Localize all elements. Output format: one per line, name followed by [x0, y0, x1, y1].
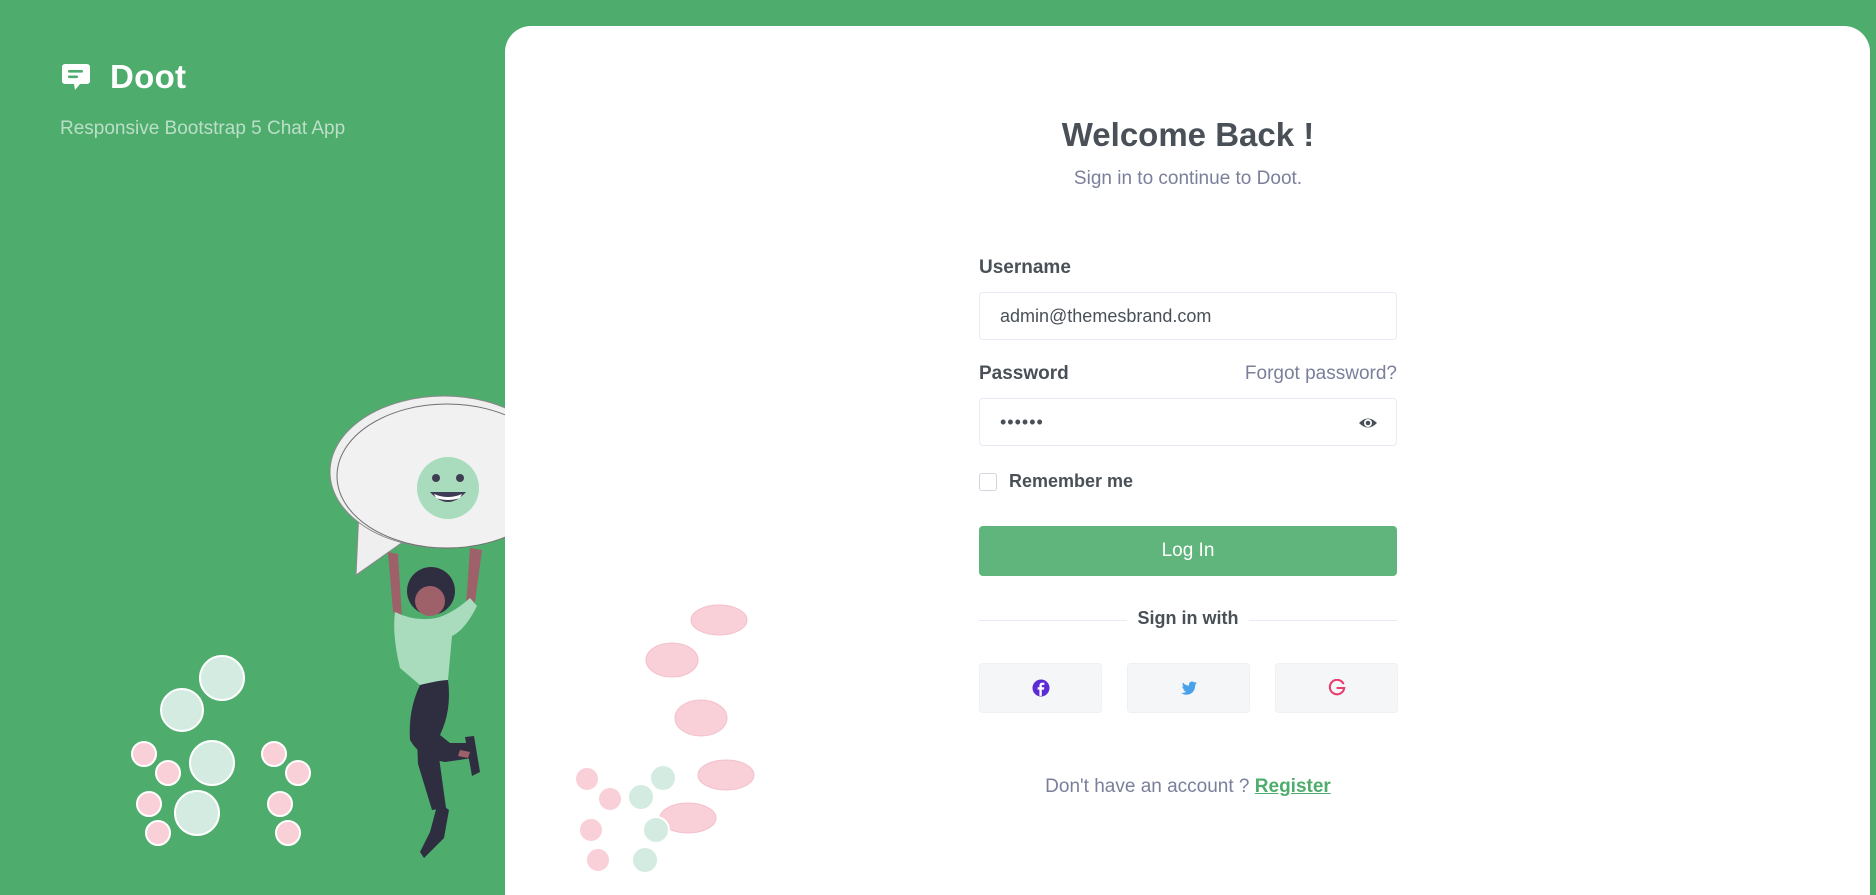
password-field: [979, 398, 1397, 446]
username-field: [979, 292, 1397, 340]
remember-me-label: Remember me: [1009, 471, 1134, 491]
page-subtitle: Sign in to continue to Doot.: [1073, 168, 1303, 189]
brand-tagline: Responsive Bootstrap 5 Chat App: [60, 118, 346, 139]
register-row: Don't have an account ? Register: [979, 776, 1397, 798]
login-button[interactable]: Log In: [979, 526, 1397, 576]
register-link[interactable]: Register: [1255, 776, 1331, 797]
page-title: Welcome Back !: [1061, 116, 1315, 153]
facebook-login-button[interactable]: [979, 663, 1102, 713]
social-divider-text: Sign in with: [1137, 608, 1239, 628]
password-label: Password: [979, 363, 1069, 384]
brand-row: Doot: [60, 58, 345, 96]
brand-name: Doot: [110, 58, 187, 95]
username-input[interactable]: [980, 293, 1396, 339]
lily-pond-illustration: [574, 604, 755, 874]
auth-illustration: [131, 395, 559, 858]
person-figure: [388, 548, 482, 858]
register-prompt: Don't have an account ?: [1045, 776, 1250, 797]
google-login-button[interactable]: [1275, 663, 1398, 713]
google-icon: [1328, 679, 1345, 696]
facebook-icon: [1032, 679, 1049, 697]
remember-me-checkbox[interactable]: [979, 472, 997, 491]
chat-bubble-icon: [62, 64, 90, 90]
brand-header: Doot Responsive Bootstrap 5 Chat App: [60, 58, 345, 140]
remember-me-row: Remember me: [979, 471, 1133, 492]
login-page: Doot Responsive Bootstrap 5 Chat App Wel…: [0, 0, 1876, 895]
forgot-password-link[interactable]: Forgot password?: [1245, 363, 1397, 385]
twitter-icon: [1180, 681, 1197, 695]
social-divider: Sign in with: [979, 608, 1397, 632]
password-input[interactable]: [980, 399, 1396, 445]
divider-line-right: [1249, 620, 1397, 621]
username-label: Username: [979, 257, 1071, 278]
lily-pads-green: [160, 655, 245, 836]
auth-card: [505, 26, 1870, 895]
twitter-login-button[interactable]: [1127, 663, 1250, 713]
eye-icon[interactable]: [1358, 413, 1378, 433]
